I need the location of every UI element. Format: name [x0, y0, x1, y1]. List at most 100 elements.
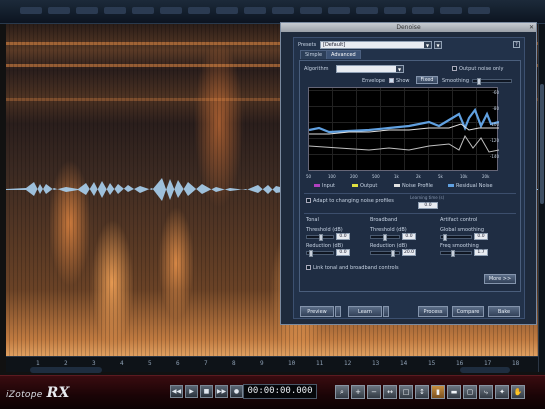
slider-knob[interactable] — [309, 250, 313, 257]
toolbar-button[interactable] — [132, 7, 154, 14]
scroll-thumb[interactable] — [540, 84, 544, 204]
record-icon[interactable]: ● — [230, 385, 243, 398]
vertical-scrollbar[interactable] — [538, 24, 545, 372]
zoom-vertical-icon[interactable]: ↕ — [415, 385, 429, 399]
learn-menu-button[interactable] — [383, 306, 389, 317]
tool-palette: ⌕ + − ↔ □ ↕ ▮ ▬ ▢ ⤷ ✦ ✋ — [335, 385, 525, 399]
brand-name: iZotope — [6, 390, 43, 400]
vertical-zoom-slider[interactable] — [460, 367, 510, 373]
tab-simple[interactable]: Simple — [300, 50, 328, 59]
freq-smoothing-value[interactable]: 1.7 — [474, 249, 488, 256]
preview-menu-button[interactable] — [335, 306, 341, 317]
stop-icon[interactable]: ■ — [200, 385, 213, 398]
toolbar-button[interactable] — [468, 7, 490, 14]
toolbar-button[interactable] — [216, 7, 238, 14]
show-checkbox[interactable] — [389, 78, 394, 83]
chevron-down-icon: ▼ — [396, 66, 403, 72]
zoom-selection-icon[interactable]: □ — [399, 385, 413, 399]
tonal-threshold-value[interactable]: 0.0 — [336, 233, 350, 240]
toolbar-button[interactable] — [20, 7, 42, 14]
slider-knob[interactable] — [443, 234, 447, 241]
tab-advanced[interactable]: Advanced — [326, 50, 361, 59]
play-icon[interactable]: ▶ — [185, 385, 198, 398]
freq-tick: 5k — [438, 174, 443, 179]
algorithm-dropdown[interactable]: ▼ — [336, 65, 404, 73]
toolbar-button[interactable] — [76, 7, 98, 14]
noise-profile-graph[interactable]: -60 -80 -100 -120 -140 — [308, 87, 499, 171]
time-tick: 10 — [288, 360, 296, 367]
smoothing-slider[interactable] — [472, 78, 512, 85]
tonal-reduction-value[interactable]: 0.0 — [336, 249, 350, 256]
slider-knob[interactable] — [319, 234, 323, 241]
legend-noise-profile: Noise Profile — [402, 183, 434, 189]
toolbar-button[interactable] — [104, 7, 126, 14]
select-frequency-icon[interactable]: ▬ — [447, 385, 461, 399]
close-icon[interactable]: ✕ — [529, 23, 534, 32]
zoom-in-icon[interactable]: + — [351, 385, 365, 399]
rewind-icon[interactable]: ◀◀ — [170, 385, 183, 398]
preview-button[interactable]: Preview — [300, 306, 334, 317]
toolbar-button[interactable] — [328, 7, 350, 14]
output-noise-label: Output noise only — [459, 66, 504, 72]
freq-tick: 10k — [460, 174, 468, 179]
tonal-reduction-slider[interactable] — [306, 250, 334, 257]
help-button[interactable]: ? — [513, 41, 520, 48]
presets-dropdown[interactable]: [Default] ▼ — [320, 41, 432, 49]
broadband-reduction-slider[interactable] — [370, 250, 400, 257]
hand-icon[interactable]: ✋ — [511, 385, 525, 399]
toolbar-button[interactable] — [384, 7, 406, 14]
learn-button[interactable]: Learn — [348, 306, 382, 317]
global-smoothing-value[interactable]: 0.0 — [474, 233, 488, 240]
toolbar-button[interactable] — [48, 7, 70, 14]
toolbar-button[interactable] — [300, 7, 322, 14]
compare-button[interactable]: Compare — [452, 306, 484, 317]
freq-tick: 100 — [328, 174, 336, 179]
slider-knob[interactable] — [391, 250, 395, 257]
toolbar-button[interactable] — [160, 7, 182, 14]
profile-curves — [309, 107, 499, 153]
toolbar-button[interactable] — [188, 7, 210, 14]
freq-tick: 200 — [350, 174, 358, 179]
broadband-reduction-value[interactable]: 20.0 — [402, 249, 416, 256]
broadband-threshold-value[interactable]: 0.0 — [402, 233, 416, 240]
broadband-threshold-slider[interactable] — [370, 234, 400, 241]
zoom-icon[interactable]: ⌕ — [335, 385, 349, 399]
bake-button[interactable]: Bake — [488, 306, 520, 317]
legend-swatch-residual-noise — [448, 184, 454, 187]
toolbar-button[interactable] — [244, 7, 266, 14]
wand-icon[interactable]: ✦ — [495, 385, 509, 399]
tonal-title: Tonal — [306, 217, 319, 223]
fixed-button[interactable]: Fixed — [416, 76, 438, 84]
more-button[interactable]: More >> — [484, 274, 516, 284]
zoom-out-icon[interactable]: − — [367, 385, 381, 399]
global-smoothing-slider[interactable] — [440, 234, 472, 241]
horizontal-zoom-slider[interactable] — [30, 367, 102, 373]
preset-menu-button[interactable]: ▼ — [434, 41, 442, 49]
output-noise-checkbox[interactable] — [452, 66, 457, 71]
slider-knob[interactable] — [477, 78, 481, 85]
time-tick: 1 — [36, 360, 40, 367]
adaptive-checkbox[interactable] — [306, 198, 311, 203]
toolbar-button[interactable] — [440, 7, 462, 14]
link-controls-checkbox[interactable] — [306, 265, 311, 270]
zoom-fit-icon[interactable]: ↔ — [383, 385, 397, 399]
db-tick: -140 — [489, 154, 499, 159]
tonal-threshold-slider[interactable] — [306, 234, 334, 241]
learning-time-field[interactable]: 0.0 — [418, 202, 438, 209]
toolbar-button[interactable] — [412, 7, 434, 14]
db-tick: -60 — [492, 90, 499, 95]
toolbar-button[interactable] — [272, 7, 294, 14]
time-tick: 3 — [92, 360, 96, 367]
slider-knob[interactable] — [451, 250, 455, 257]
lasso-icon[interactable]: ⤷ — [479, 385, 493, 399]
dialog-titlebar[interactable]: Denoise ✕ — [281, 23, 536, 32]
freq-smoothing-slider[interactable] — [440, 250, 472, 257]
process-button[interactable]: Process — [418, 306, 448, 317]
forward-icon[interactable]: ▶▶ — [215, 385, 228, 398]
slider-knob[interactable] — [383, 234, 387, 241]
toolbar-button[interactable] — [356, 7, 378, 14]
select-time-icon[interactable]: ▮ — [431, 385, 445, 399]
freq-smoothing-label: Freq smoothing — [440, 243, 479, 249]
select-rect-icon[interactable]: ▢ — [463, 385, 477, 399]
time-tick: 2 — [64, 360, 68, 367]
